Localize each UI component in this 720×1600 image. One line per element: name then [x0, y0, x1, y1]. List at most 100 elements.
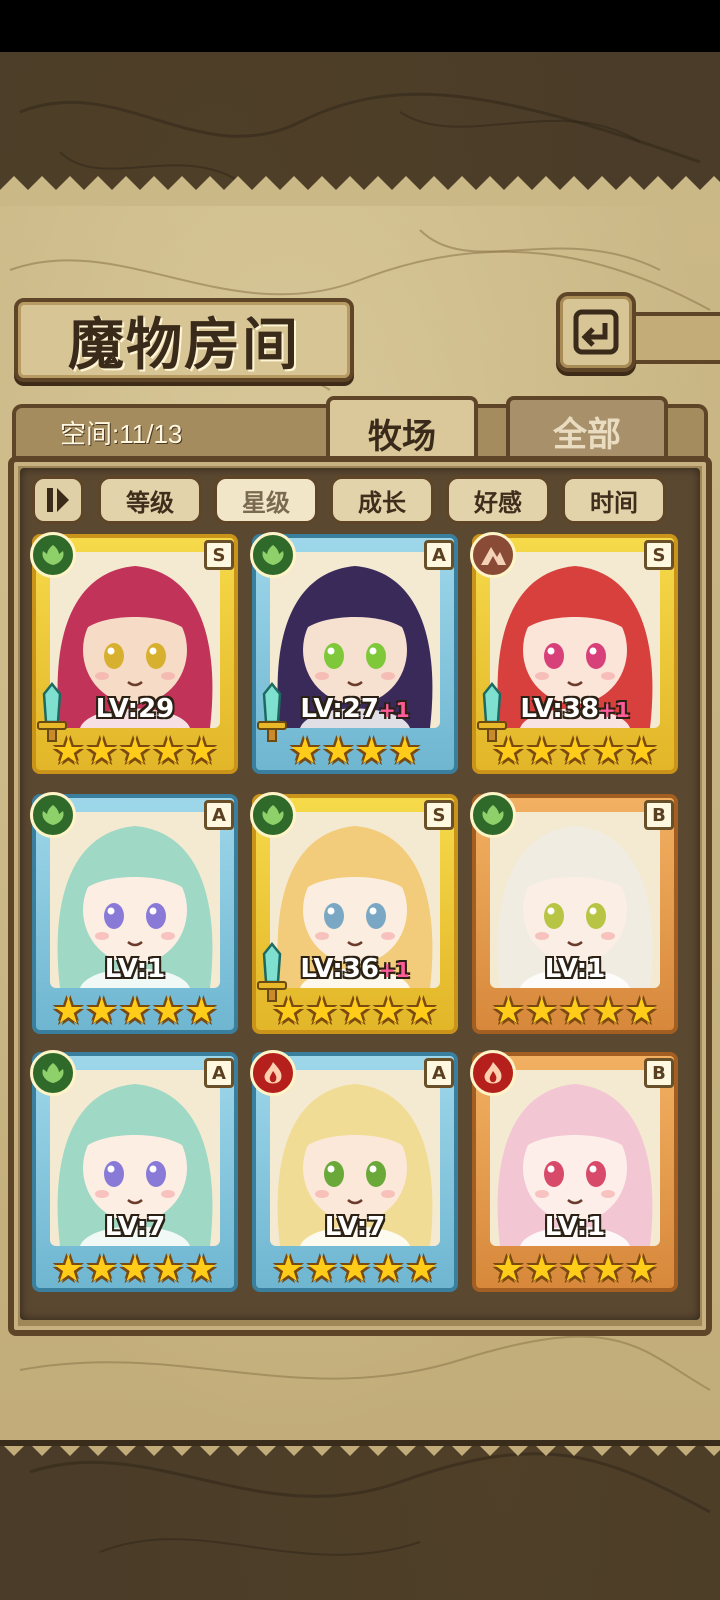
star-rating: ★ ★ ★ ★ ★ [472, 992, 678, 1032]
star-icon: ★ [338, 991, 372, 1032]
star-icon: ★ [525, 1249, 558, 1290]
monster-card[interactable]: B LV:1 ★ ★ ★ ★ ★ [470, 1050, 678, 1296]
back-button[interactable] [556, 292, 636, 372]
return-arrow-icon [573, 309, 619, 355]
star-icon: ★ [185, 1249, 218, 1290]
monster-card[interactable]: A LV:7 ★ ★ ★ ★ ★ [250, 1050, 458, 1296]
level-bonus: +1 [598, 698, 630, 722]
monster-card[interactable]: S LV:38+1 ★ ★ ★ ★ ★ [470, 532, 678, 778]
star-icon: ★ [118, 991, 152, 1032]
star-icon: ★ [492, 731, 525, 772]
filter-time-button[interactable]: 时间 [562, 476, 666, 524]
star-icon: ★ [405, 991, 438, 1032]
monster-card[interactable]: B LV:1 ★ ★ ★ ★ ★ [470, 792, 678, 1038]
star-icon: ★ [625, 731, 658, 772]
nature-element-icon [250, 532, 296, 578]
level-label: LV:7 [32, 1212, 238, 1242]
star-icon: ★ [558, 1249, 592, 1290]
star-rating: ★ ★ ★ ★ ★ [32, 992, 238, 1032]
star-rating: ★ ★ ★ ★ [252, 732, 458, 772]
star-icon: ★ [355, 731, 388, 772]
monster-card[interactable]: S LV:29 ★ ★ ★ ★ ★ [30, 532, 238, 778]
star-icon: ★ [525, 991, 558, 1032]
rank-badge: B [644, 1058, 674, 1088]
filter-affection-button[interactable]: 好感 [446, 476, 550, 524]
filter-level-button[interactable]: 等级 [98, 476, 202, 524]
monster-card[interactable]: A LV:7 ★ ★ ★ ★ ★ [30, 1050, 238, 1296]
star-rating: ★ ★ ★ ★ ★ [32, 732, 238, 772]
title-plate: 魔物房间 [14, 298, 354, 382]
star-icon: ★ [305, 991, 338, 1032]
star-icon: ★ [152, 1249, 185, 1290]
earth-element-icon [470, 532, 516, 578]
star-icon: ★ [558, 991, 592, 1032]
star-icon: ★ [558, 731, 592, 772]
page-title: 魔物房间 [68, 311, 300, 378]
star-icon: ★ [52, 1249, 85, 1290]
star-icon: ★ [592, 1249, 625, 1290]
star-icon: ★ [592, 731, 625, 772]
level-value: LV:7 [104, 1212, 166, 1242]
rank-badge: B [644, 800, 674, 830]
filter-star-button[interactable]: 星级 [214, 476, 318, 524]
star-icon: ★ [525, 731, 558, 772]
sort-order-toggle[interactable] [32, 476, 84, 524]
filter-growth-button[interactable]: 成长 [330, 476, 434, 524]
star-icon: ★ [185, 991, 218, 1032]
rank-badge: A [204, 800, 234, 830]
level-label: LV:1 [472, 1212, 678, 1242]
star-icon: ★ [52, 731, 85, 772]
status-bar [0, 0, 720, 52]
fire-element-icon [470, 1050, 516, 1096]
star-icon: ★ [338, 1249, 372, 1290]
star-icon: ★ [185, 731, 218, 772]
nature-element-icon [30, 792, 76, 838]
rank-badge: S [204, 540, 234, 570]
star-icon: ★ [272, 1249, 305, 1290]
star-icon: ★ [85, 731, 118, 772]
star-icon: ★ [492, 991, 525, 1032]
level-value: LV:36 [300, 954, 379, 984]
monster-card[interactable]: A LV:1 ★ ★ ★ ★ ★ [30, 792, 238, 1038]
level-value: LV:1 [544, 954, 606, 984]
level-bonus: +1 [378, 698, 410, 722]
level-value: LV:27 [300, 694, 379, 724]
nature-element-icon [30, 532, 76, 578]
level-label: LV:29 [32, 694, 238, 724]
level-label: LV:27+1 [252, 694, 458, 724]
nature-element-icon [250, 792, 296, 838]
star-icon: ★ [322, 731, 355, 772]
level-value: LV:1 [544, 1212, 606, 1242]
level-label: LV:7 [252, 1212, 458, 1242]
star-rating: ★ ★ ★ ★ ★ [32, 1250, 238, 1290]
star-icon: ★ [118, 1249, 152, 1290]
monster-card[interactable]: A LV:27+1 ★ ★ ★ ★ [250, 532, 458, 778]
rank-badge: S [644, 540, 674, 570]
level-value: LV:1 [104, 954, 166, 984]
star-icon: ★ [405, 1249, 438, 1290]
game-screen: 魔物房间 空间:11/13 牧场 全部 等级 星级 成长 好感 时间 S LV:2… [0, 0, 720, 1600]
star-rating: ★ ★ ★ ★ ★ [472, 732, 678, 772]
rank-badge: S [424, 800, 454, 830]
star-icon: ★ [52, 991, 85, 1032]
star-icon: ★ [152, 991, 185, 1032]
star-icon: ★ [372, 991, 405, 1032]
level-label: LV:1 [32, 954, 238, 984]
back-control [556, 292, 720, 378]
monster-card[interactable]: S LV:36+1 ★ ★ ★ ★ ★ [250, 792, 458, 1038]
rank-badge: A [424, 540, 454, 570]
level-bonus: +1 [378, 958, 410, 982]
star-icon: ★ [272, 991, 305, 1032]
star-rating: ★ ★ ★ ★ ★ [252, 1250, 458, 1290]
star-icon: ★ [625, 991, 658, 1032]
star-icon: ★ [372, 1249, 405, 1290]
star-icon: ★ [492, 1249, 525, 1290]
fire-element-icon [250, 1050, 296, 1096]
star-rating: ★ ★ ★ ★ ★ [252, 992, 458, 1032]
space-capacity-label: 空间:11/13 [60, 419, 183, 449]
level-value: LV:29 [95, 694, 175, 724]
rank-badge: A [424, 1058, 454, 1088]
nature-element-icon [30, 1050, 76, 1096]
level-label: LV:1 [472, 954, 678, 984]
star-rating: ★ ★ ★ ★ ★ [472, 1250, 678, 1290]
